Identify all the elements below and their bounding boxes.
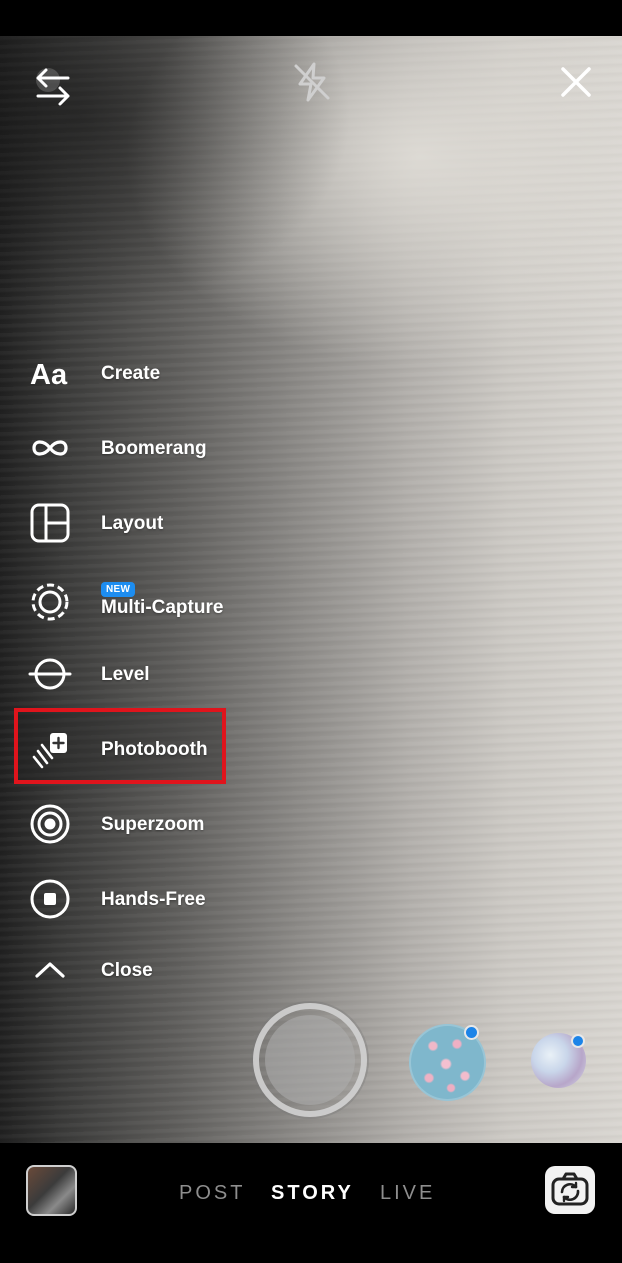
menu-item-label: Multi-Capture: [101, 597, 224, 618]
flip-camera-button[interactable]: [545, 1166, 595, 1214]
menu-item-label: Superzoom: [101, 814, 205, 835]
text-aa-icon: Aa: [28, 351, 72, 395]
gallery-thumbnail[interactable]: [26, 1165, 77, 1216]
photobooth-icon: [28, 727, 72, 771]
menu-item-label: Photobooth: [101, 739, 208, 760]
menu-item-label: Layout: [101, 513, 164, 534]
superzoom-icon: [28, 802, 72, 846]
switch-arrows-icon[interactable]: [28, 62, 78, 112]
menu-item-layout[interactable]: Layout: [18, 493, 228, 553]
chevron-up-icon: [28, 948, 72, 992]
menu-item-label: Level: [101, 664, 150, 685]
menu-item-label: Boomerang: [101, 438, 207, 459]
menu-item-superzoom[interactable]: Superzoom: [18, 794, 228, 854]
level-icon: [28, 652, 72, 696]
status-bar: [0, 0, 622, 36]
hands-free-icon: [28, 877, 72, 921]
menu-item-label: Close: [101, 960, 153, 981]
menu-item-level[interactable]: Level: [18, 644, 228, 704]
menu-item-close[interactable]: Close: [18, 940, 228, 1000]
shutter-inner: [265, 1015, 355, 1105]
layout-grid-icon: [28, 501, 72, 545]
menu-item-photobooth[interactable]: Photobooth: [18, 719, 228, 779]
infinity-icon: [28, 426, 72, 470]
new-effect-dot: [571, 1034, 585, 1048]
menu-item-boomerang[interactable]: Boomerang: [18, 418, 228, 478]
close-icon[interactable]: [558, 64, 594, 100]
mode-post[interactable]: POST: [179, 1182, 245, 1205]
svg-text:Aa: Aa: [30, 359, 68, 391]
new-effect-dot: [464, 1025, 479, 1040]
multi-capture-icon: [28, 580, 72, 624]
menu-item-hands-free[interactable]: Hands-Free: [18, 869, 228, 929]
menu-item-multi-capture[interactable]: NEW Multi-Capture: [18, 570, 228, 636]
menu-item-create[interactable]: Aa Create: [18, 343, 228, 403]
menu-item-label: Hands-Free: [101, 889, 206, 910]
flash-off-icon[interactable]: [290, 60, 334, 104]
mode-live[interactable]: LIVE: [380, 1182, 435, 1205]
menu-item-label: Create: [101, 363, 161, 384]
new-badge: NEW: [101, 582, 136, 597]
flip-camera-icon: [550, 1170, 590, 1210]
mode-story[interactable]: STORY: [271, 1182, 354, 1205]
shutter-button[interactable]: [253, 1003, 367, 1117]
